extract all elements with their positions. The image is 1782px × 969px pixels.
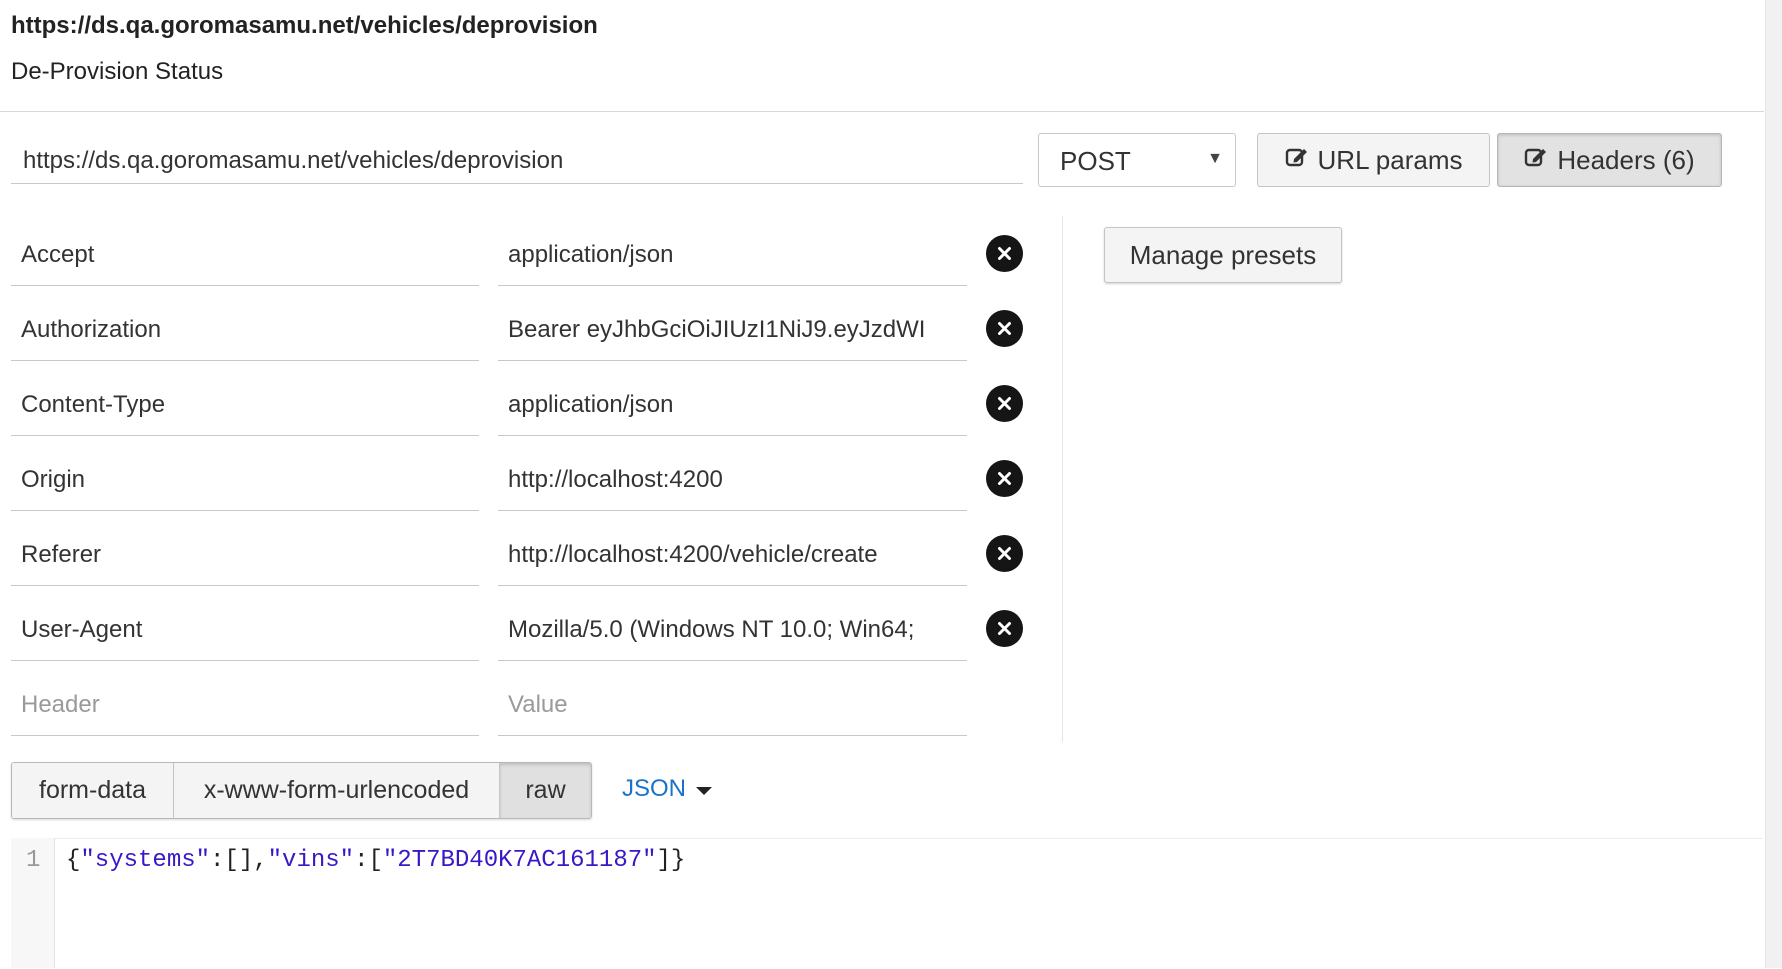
remove-circle-icon[interactable] [986, 460, 1023, 497]
code-line[interactable]: {"systems":[],"vins":["2T7BD40K7AC161187… [66, 847, 685, 874]
caret-down-icon [696, 786, 713, 795]
body-type-tabs: form-data x-www-form-urlencoded raw [11, 762, 592, 819]
tab-raw[interactable]: raw [500, 763, 591, 818]
format-label: JSON [622, 775, 687, 802]
headers-label: Headers (6) [1557, 144, 1695, 175]
header-value-field[interactable]: http://localhost:4200/vehicle/create [498, 527, 967, 586]
header-value-field[interactable]: http://localhost:4200 [498, 452, 967, 511]
header-key-field[interactable]: Accept [11, 227, 479, 286]
manage-presets-button[interactable]: Manage presets [1104, 227, 1342, 283]
tab-form-data[interactable]: form-data [12, 763, 174, 818]
format-dropdown[interactable]: JSON [622, 775, 713, 803]
select-arrow-icon: ▼ [1207, 150, 1223, 167]
header-value-field[interactable]: application/json [498, 227, 967, 286]
header-value-field[interactable]: application/json [498, 377, 967, 436]
vertical-scrollbar[interactable] [1765, 0, 1782, 968]
json-key-vins: "vins" [267, 847, 355, 874]
edit-icon [1524, 145, 1548, 176]
line-number: 1 [26, 847, 41, 874]
request-title-url: https://ds.qa.goromasamu.net/vehicles/de… [11, 12, 598, 39]
new-header-key-input[interactable]: Header [11, 677, 479, 736]
headers-button[interactable]: Headers (6) [1497, 133, 1722, 187]
method-value: POST [1060, 146, 1131, 176]
header-key-field[interactable]: Referer [11, 527, 479, 586]
edit-icon [1285, 145, 1309, 176]
header-key-field[interactable]: Content-Type [11, 377, 479, 436]
remove-circle-icon[interactable] [986, 610, 1023, 647]
header-key-field[interactable]: User-Agent [11, 602, 479, 661]
url-params-button[interactable]: URL params [1257, 133, 1490, 187]
header-value-field[interactable]: Bearer eyJhbGciOiJIUzI1NiJ9.eyJzdWI [498, 302, 967, 361]
json-string-vin: "2T7BD40K7AC161187" [382, 847, 657, 874]
method-select[interactable]: POST ▼ [1038, 133, 1236, 187]
url-params-label: URL params [1317, 144, 1463, 175]
remove-circle-icon[interactable] [986, 235, 1023, 272]
new-header-value-input[interactable]: Value [498, 677, 967, 736]
code-token: :[ [354, 847, 383, 874]
remove-circle-icon[interactable] [986, 535, 1023, 572]
header-key-field[interactable]: Origin [11, 452, 479, 511]
code-token: ]} [656, 847, 686, 874]
tab-x-www-form-urlencoded[interactable]: x-www-form-urlencoded [174, 763, 500, 818]
header-key-field[interactable]: Authorization [11, 302, 479, 361]
request-url-input[interactable] [11, 138, 1023, 184]
header-value-field[interactable]: Mozilla/5.0 (Windows NT 10.0; Win64; [498, 602, 967, 661]
headers-panel-divider [1062, 216, 1063, 742]
code-token: { [66, 847, 81, 874]
code-token: :[], [210, 847, 268, 874]
json-key-systems: "systems" [80, 847, 211, 874]
header-divider [0, 111, 1764, 112]
remove-circle-icon[interactable] [986, 385, 1023, 422]
remove-circle-icon[interactable] [986, 310, 1023, 347]
request-name: De-Provision Status [11, 58, 224, 85]
